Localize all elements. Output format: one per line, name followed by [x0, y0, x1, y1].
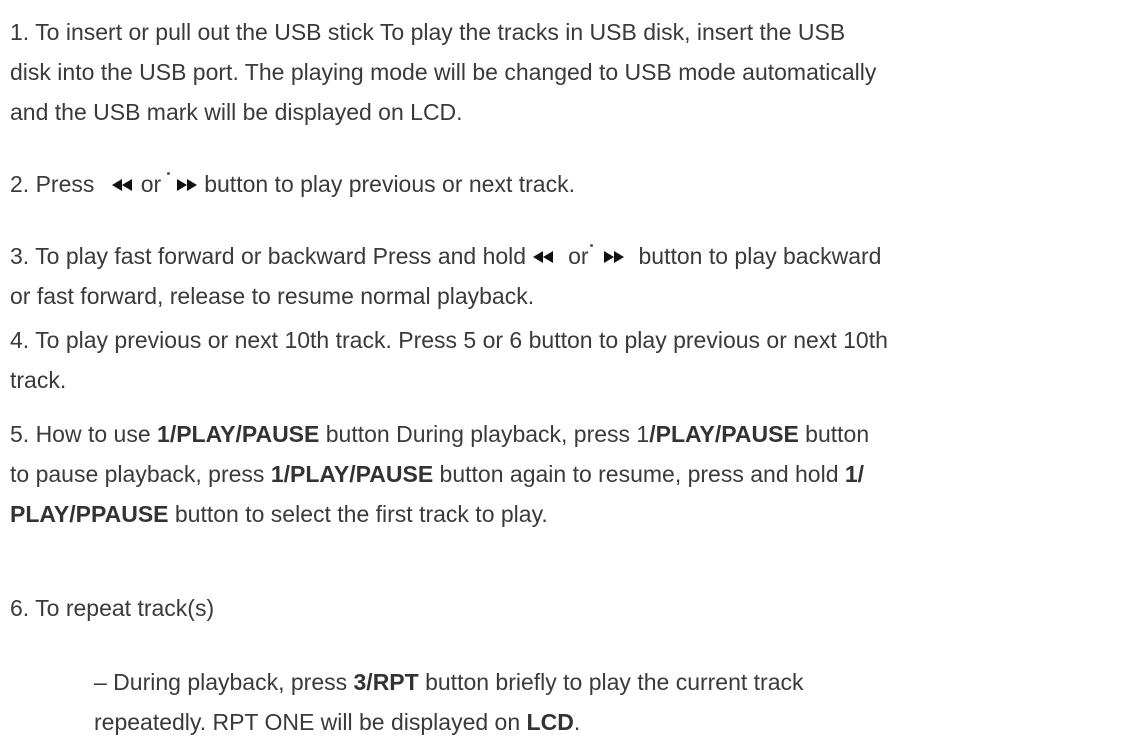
sub-item-line-1: – During playback, press 3/RPT button br…: [94, 662, 1134, 702]
paragraph-4-line-2: track.: [10, 367, 67, 393]
paragraph-4: 4. To play previous or next 10th track. …: [10, 320, 1138, 400]
paragraph-2-line-1: 2. Press or button to play previous or ne…: [10, 164, 1138, 204]
bold-run: /PLAY/PAUSE: [649, 421, 799, 447]
paragraph-2-or: or: [140, 171, 162, 197]
paragraph-3-or: or: [568, 243, 589, 269]
bold-run: 1/PLAY/PAUSE: [157, 421, 320, 447]
text-run: to pause playback, press: [10, 461, 271, 487]
bold-run: 3/RPT: [353, 669, 419, 695]
bold-run: 1/: [844, 461, 865, 487]
text-run: – During playback, press: [94, 669, 354, 695]
stray-dot-mark: [589, 244, 593, 247]
paragraph-1-line-2: disk into the USB port. The playing mode…: [10, 59, 877, 85]
paragraph-3-line-2: or fast forward, release to resume norma…: [10, 283, 535, 309]
rewind-icon: [111, 164, 133, 204]
document: 1. To insert or pull out the USB stick T…: [0, 0, 1144, 749]
fast-forward-icon: [603, 236, 625, 276]
paragraph-2: 2. Press or button to play previous or ne…: [10, 164, 1138, 204]
text-run: button: [798, 421, 870, 447]
paragraph-4-line-1: 4. To play previous or next 10th track. …: [10, 327, 888, 353]
paragraph-5-line-1: 5. How to use 1/PLAY/PAUSE button During…: [10, 414, 1138, 454]
paragraph-6: 6. To repeat track(s): [10, 588, 1138, 628]
paragraph-6-line-1: 6. To repeat track(s): [10, 595, 215, 621]
paragraph-1: 1. To insert or pull out the USB stick T…: [10, 12, 1138, 132]
text-run: button to select the first track to play…: [168, 501, 548, 527]
paragraph-5-line-3: PLAY/PPAUSE button to select the first t…: [10, 494, 1138, 534]
paragraph-5-line-2: to pause playback, press 1/PLAY/PAUSE bu…: [10, 454, 1138, 494]
fast-forward-icon: [176, 164, 198, 204]
text-run: button During playback, press 1: [319, 421, 650, 447]
paragraph-3-prefix: 3. To play fast forward or backward Pres…: [10, 243, 527, 269]
text-run: button briefly to play the current track: [418, 669, 804, 695]
rewind-icon: [532, 236, 554, 276]
paragraph-3-suffix: button to play backward: [638, 243, 882, 269]
text-run: .: [573, 709, 581, 735]
sub-item-line-2: repeatedly. RPT ONE will be displayed on…: [94, 702, 1134, 742]
text-run: 5. How to use: [10, 421, 158, 447]
paragraph-3: 3. To play fast forward or backward Pres…: [10, 236, 1138, 316]
paragraph-1-line-1: 1. To insert or pull out the USB stick T…: [10, 19, 846, 45]
bold-run: PLAY/PPAUSE: [10, 501, 169, 527]
paragraph-2-suffix: button to play previous or next track.: [204, 171, 575, 197]
paragraph-3-line-1: 3. To play fast forward or backward Pres…: [10, 236, 1138, 276]
paragraph-5: 5. How to use 1/PLAY/PAUSE button During…: [10, 414, 1138, 534]
paragraph-6-sub-item: – During playback, press 3/RPT button br…: [94, 662, 1134, 742]
bold-run: LCD: [526, 709, 574, 735]
paragraph-2-prefix: 2. Press: [10, 171, 101, 197]
text-run: repeatedly. RPT ONE will be displayed on: [94, 709, 527, 735]
text-run: button again to resume, press and hold: [433, 461, 845, 487]
stray-dot-mark: [167, 172, 171, 175]
paragraph-1-line-3: and the USB mark will be displayed on LC…: [10, 99, 463, 125]
bold-run: 1/PLAY/PAUSE: [270, 461, 434, 487]
